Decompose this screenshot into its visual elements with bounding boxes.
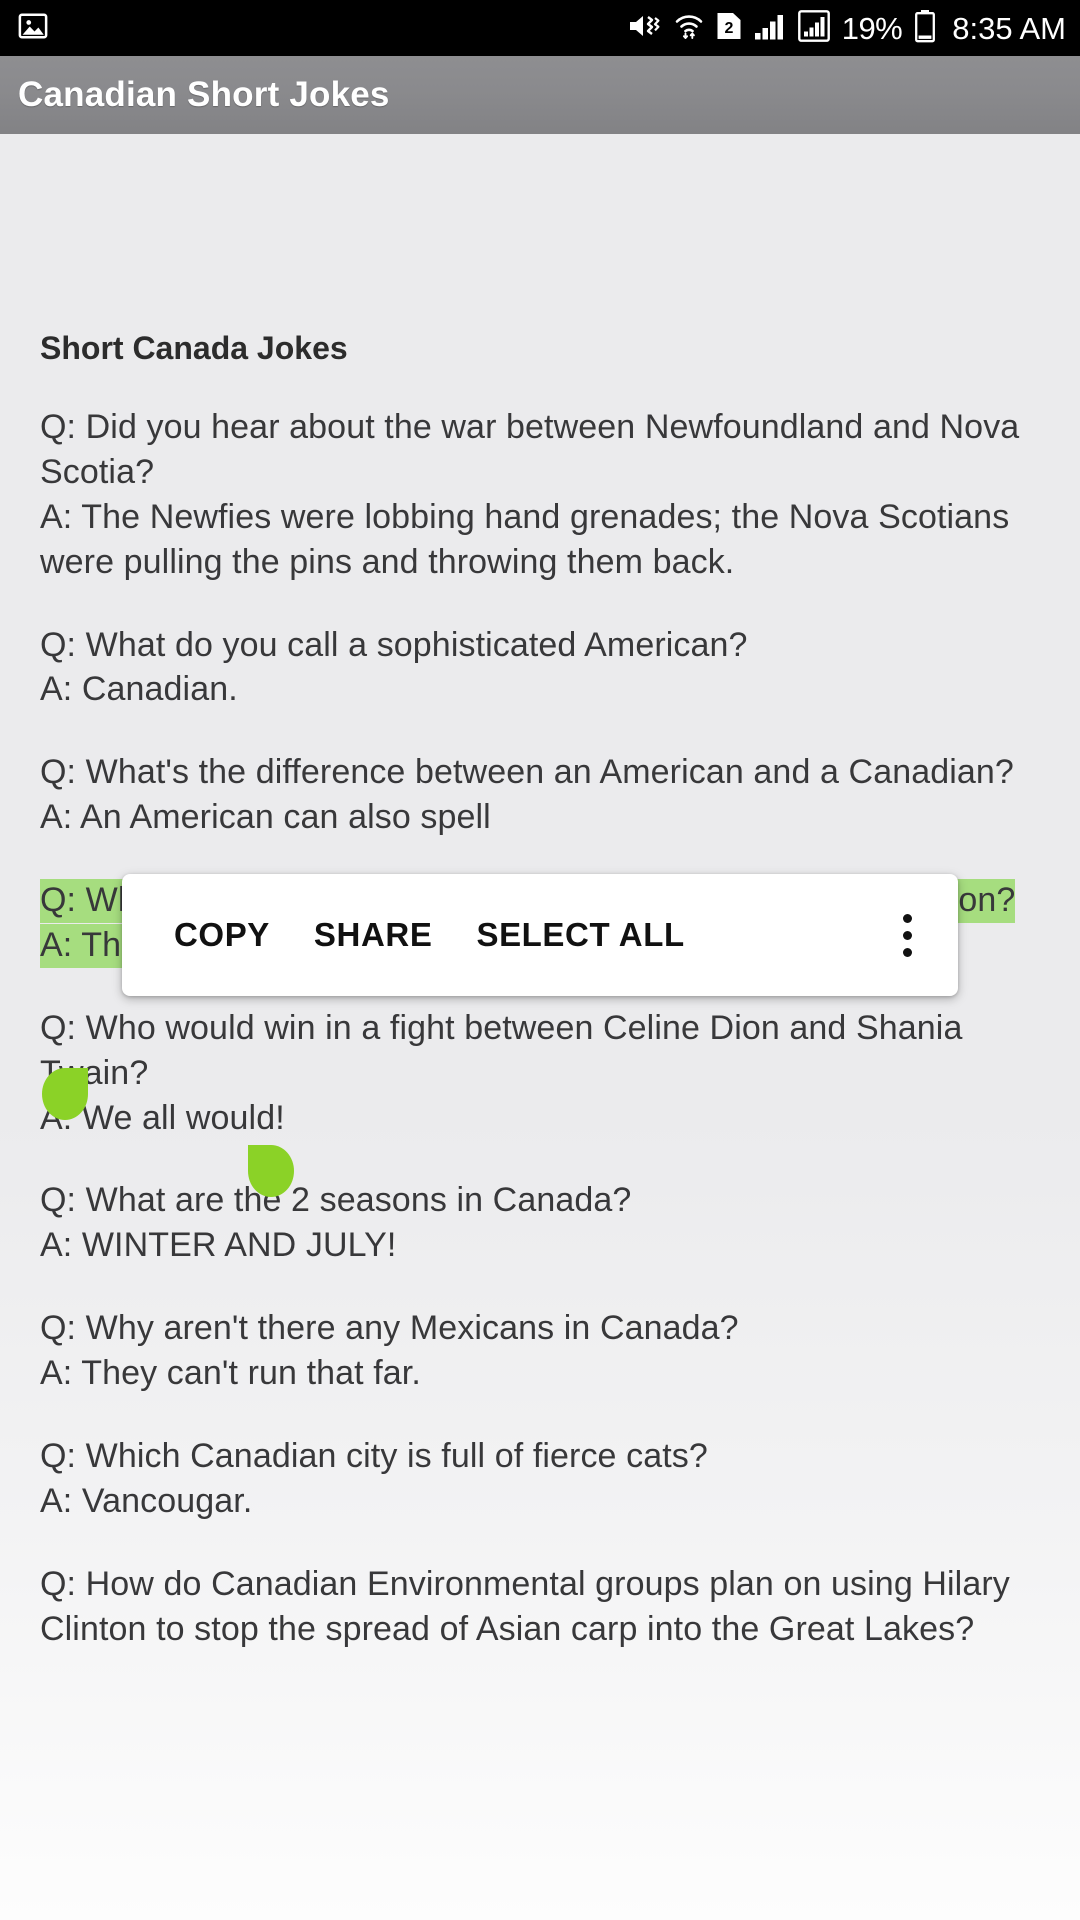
joke-item[interactable]: Q: Did you hear about the war between Ne… bbox=[40, 405, 1040, 585]
joke-item[interactable]: Q: Who would win in a fight between Celi… bbox=[40, 1006, 1040, 1141]
joke-list-scroll-area[interactable]: Short Canada Jokes Q: Did you hear about… bbox=[0, 134, 1080, 1920]
text-selection-toolbar: COPY SHARE SELECT ALL bbox=[122, 874, 958, 996]
joke-item[interactable]: Q: Which Canadian city is full of fierce… bbox=[40, 1434, 1040, 1524]
signal-bars-boxed-icon bbox=[797, 9, 830, 47]
overflow-dot bbox=[903, 947, 912, 957]
page-title: Canadian Short Jokes bbox=[18, 75, 390, 114]
selection-end-handle[interactable] bbox=[248, 1145, 294, 1197]
copy-button[interactable]: COPY bbox=[152, 894, 292, 976]
svg-text:2: 2 bbox=[724, 20, 733, 37]
share-button[interactable]: SHARE bbox=[292, 894, 455, 976]
status-bar-clock: 8:35 AM bbox=[952, 10, 1066, 46]
joke-item[interactable]: Q: Why aren't there any Mexicans in Cana… bbox=[40, 1306, 1040, 1396]
joke-item[interactable]: Q: What's the difference between an Amer… bbox=[40, 750, 1040, 840]
app-action-bar: Canadian Short Jokes bbox=[0, 56, 1080, 134]
sim-2-icon: 2 bbox=[716, 11, 742, 46]
selection-start-handle[interactable] bbox=[42, 1068, 88, 1120]
mute-vibrate-icon bbox=[628, 11, 662, 46]
joke-item[interactable]: Q: What do you call a sophisticated Amer… bbox=[40, 623, 1040, 713]
status-bar-left bbox=[18, 11, 48, 46]
phone-screen: 2 19% 8:35 AM Canadian Short Jokes Short… bbox=[0, 0, 1080, 1920]
image-icon bbox=[18, 11, 48, 46]
select-all-button[interactable]: SELECT ALL bbox=[454, 894, 706, 976]
battery-low-icon bbox=[914, 9, 936, 48]
status-bar-right: 2 19% 8:35 AM bbox=[628, 9, 1066, 48]
battery-percentage: 19% bbox=[841, 10, 903, 46]
wifi-icon bbox=[674, 11, 704, 46]
joke-item[interactable]: Q: How do Canadian Environmental groups … bbox=[40, 1562, 1040, 1652]
overflow-dot bbox=[903, 930, 912, 940]
status-bar: 2 19% 8:35 AM bbox=[0, 0, 1080, 56]
content-heading: Short Canada Jokes bbox=[40, 330, 348, 366]
joke-item[interactable]: Q: What are the 2 seasons in Canada? A: … bbox=[40, 1178, 1040, 1268]
more-options-icon[interactable] bbox=[877, 896, 938, 975]
signal-bars-icon bbox=[754, 11, 786, 46]
overflow-dot bbox=[903, 913, 912, 923]
